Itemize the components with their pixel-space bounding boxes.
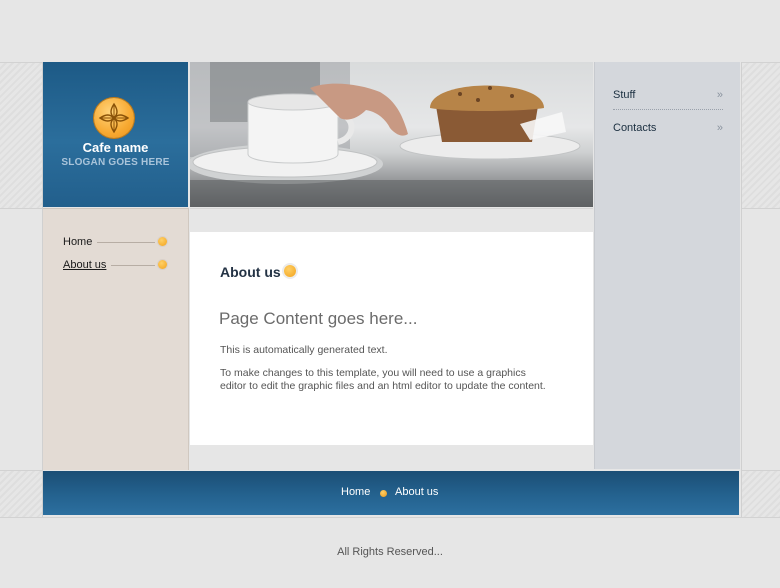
double-chevron-right-icon: »	[716, 89, 723, 101]
content-top-strip	[190, 208, 593, 233]
heading-bullet-icon	[284, 265, 296, 277]
left-nav-label: Home	[63, 236, 93, 248]
content-paragraph: This is automatically generated text.	[220, 344, 388, 356]
section-heading: About us	[220, 264, 281, 280]
main-content: About us Page Content goes here... This …	[190, 232, 593, 445]
left-nav-label: About us	[63, 259, 107, 271]
content-paragraph: To make changes to this template, you wi…	[220, 367, 546, 392]
cafe-logo-icon	[94, 98, 134, 138]
left-nav-home[interactable]: Home	[63, 234, 167, 250]
footer-separator-dot-icon	[380, 490, 387, 497]
copyright-notice: All Rights Reserved...	[337, 546, 443, 558]
right-nav-stuff[interactable]: Stuff »	[613, 85, 723, 107]
left-nav-about-us[interactable]: About us	[63, 257, 167, 273]
logo-block[interactable]: Cafe name SLOGAN GOES HERE	[43, 62, 188, 207]
right-nav-label: Contacts	[613, 122, 657, 134]
site-name: Cafe name	[82, 140, 149, 155]
nav-leader-line	[111, 265, 155, 266]
right-nav-label: Stuff	[613, 89, 636, 101]
right-sidebar: Stuff » Contacts »	[594, 62, 740, 469]
footer-nav-bar: Home About us	[43, 471, 739, 515]
site-slogan: SLOGAN GOES HERE	[61, 157, 170, 168]
page-container: Cafe name SLOGAN GOES HERE Stuff » Conta…	[42, 62, 742, 517]
left-sidebar: Home About us	[43, 208, 189, 470]
footer-link-home[interactable]: Home	[341, 486, 370, 498]
right-nav-contacts[interactable]: Contacts »	[613, 118, 723, 140]
bullet-dot-icon	[158, 237, 167, 246]
footer-link-about-us[interactable]: About us	[395, 486, 438, 498]
double-chevron-right-icon: »	[716, 122, 723, 134]
right-nav-divider	[613, 109, 723, 110]
coffee-muffin-photo	[190, 62, 593, 207]
header-photo	[190, 62, 593, 207]
page-title: Page Content goes here...	[219, 309, 418, 328]
bullet-dot-icon	[158, 260, 167, 269]
nav-leader-line	[97, 242, 155, 243]
